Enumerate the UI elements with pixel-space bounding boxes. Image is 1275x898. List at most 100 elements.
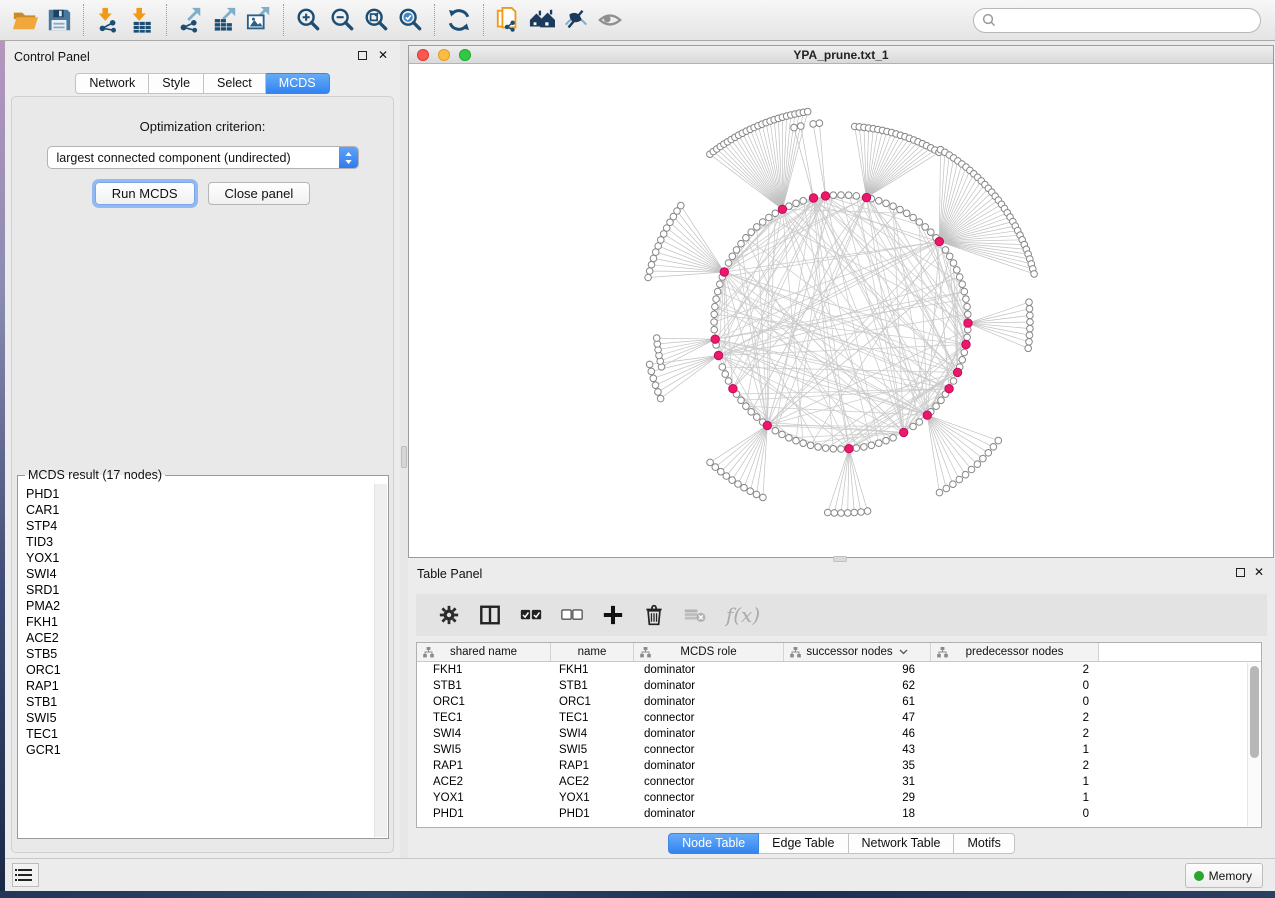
mcds-result-item[interactable]: SRD1 [19, 582, 373, 598]
table-row[interactable]: SWI5SWI5connector431 [417, 742, 1261, 758]
dropdown-stepper-icon [339, 147, 358, 168]
table-cell: 0 [931, 696, 1099, 708]
table-cell: 47 [784, 712, 931, 724]
mcds-result-item[interactable]: SWI5 [19, 710, 373, 726]
float-table-panel-button[interactable] [1236, 568, 1245, 577]
table-cell: 0 [931, 680, 1099, 692]
refresh-view-button[interactable] [442, 4, 476, 36]
network-canvas[interactable] [409, 64, 1273, 557]
delete-table-button [680, 600, 710, 630]
task-history-button[interactable] [12, 863, 39, 887]
table-row[interactable]: PHD1PHD1dominator180 [417, 806, 1261, 822]
open-file-button[interactable] [8, 4, 42, 36]
table-row[interactable]: SWI4SWI4dominator462 [417, 726, 1261, 742]
tab-select[interactable]: Select [204, 73, 266, 94]
mcds-result-item[interactable]: ACE2 [19, 630, 373, 646]
close-control-panel-button[interactable]: ✕ [378, 48, 388, 62]
show-graphics-button[interactable] [593, 4, 627, 36]
save-session-button[interactable] [42, 4, 76, 36]
table-row[interactable]: ACE2ACE2connector311 [417, 774, 1261, 790]
import-network-icon [95, 7, 121, 33]
tab-style[interactable]: Style [149, 73, 204, 94]
column-header-shared-name[interactable]: shared name [417, 643, 551, 661]
delete-columns-button[interactable] [639, 600, 669, 630]
search-input[interactable] [1001, 10, 1252, 30]
table-mode-button[interactable] [434, 600, 464, 630]
select-all-rows-button[interactable] [516, 600, 546, 630]
import-table-button[interactable] [125, 4, 159, 36]
zoom-selected-icon [397, 7, 423, 33]
pane-divider-vertical[interactable] [400, 41, 408, 858]
network-overview-button[interactable] [525, 4, 559, 36]
mcds-result-item[interactable]: ORC1 [19, 662, 373, 678]
zoom-fit-button[interactable] [359, 4, 393, 36]
table-scrollbar[interactable] [1247, 663, 1260, 826]
close-table-panel-button[interactable]: ✕ [1254, 565, 1264, 579]
import-network-button[interactable] [91, 4, 125, 36]
table-row[interactable]: ORC1ORC1dominator610 [417, 694, 1261, 710]
table-cell: connector [634, 744, 784, 756]
table-row[interactable]: YOX1YOX1connector291 [417, 790, 1261, 806]
tab-mcds[interactable]: MCDS [266, 73, 330, 94]
zoom-out-button[interactable] [325, 4, 359, 36]
table-scrollbar-thumb[interactable] [1250, 666, 1259, 758]
table-cell: connector [634, 776, 784, 788]
show-columns-button[interactable] [475, 600, 505, 630]
column-header-predecessor-nodes[interactable]: predecessor nodes [931, 643, 1099, 661]
tab-edge-table[interactable]: Edge Table [759, 833, 848, 854]
zoom-in-button[interactable] [291, 4, 325, 36]
eye-slash-icon [563, 7, 589, 33]
toolbar-separator [166, 4, 167, 36]
column-header-name[interactable]: name [551, 643, 634, 661]
table-row[interactable]: RAP1RAP1dominator352 [417, 758, 1261, 774]
table-cell: 2 [931, 712, 1099, 724]
column-header-MCDS-role[interactable]: MCDS role [634, 643, 784, 661]
clone-network-button[interactable] [491, 4, 525, 36]
table-cell: dominator [634, 760, 784, 772]
memory-button[interactable]: Memory [1185, 863, 1263, 888]
mcds-result-item[interactable]: PHD1 [19, 486, 373, 502]
mcds-result-item[interactable]: STB5 [19, 646, 373, 662]
mcds-result-item[interactable]: TID3 [19, 534, 373, 550]
run-mcds-button[interactable]: Run MCDS [95, 182, 195, 205]
table-row[interactable]: TEC1TEC1connector472 [417, 710, 1261, 726]
divider-grip-icon[interactable] [401, 446, 407, 468]
mcds-result-item[interactable]: TEC1 [19, 726, 373, 742]
table-row[interactable]: FKH1FKH1dominator962 [417, 662, 1261, 678]
mcds-result-item[interactable]: YOX1 [19, 550, 373, 566]
column-header-successor-nodes[interactable]: successor nodes [784, 643, 931, 661]
criterion-dropdown[interactable]: largest connected component (undirected) [47, 146, 359, 169]
mcds-result-list[interactable]: PHD1CAR1STP4TID3YOX1SWI4SRD1PMA2FKH1ACE2… [19, 486, 373, 837]
mcds-result-item[interactable]: SWI4 [19, 566, 373, 582]
float-control-panel-button[interactable] [358, 51, 367, 60]
table-row[interactable]: STB1STB1dominator620 [417, 678, 1261, 694]
zoom-selected-button[interactable] [393, 4, 427, 36]
tab-network-table[interactable]: Network Table [849, 833, 955, 854]
mcds-result-item[interactable]: FKH1 [19, 614, 373, 630]
mcds-result-item[interactable]: GCR1 [19, 742, 373, 758]
mcds-result-item[interactable]: PMA2 [19, 598, 373, 614]
main-toolbar [0, 0, 1275, 41]
network-graph[interactable] [409, 64, 1273, 557]
network-window-titlebar[interactable]: YPA_prune.txt_1 [409, 46, 1273, 64]
unselect-all-rows-button[interactable] [557, 600, 587, 630]
table-cell: 62 [784, 680, 931, 692]
search-box[interactable] [973, 8, 1261, 33]
tab-motifs[interactable]: Motifs [954, 833, 1014, 854]
mcds-result-item[interactable]: CAR1 [19, 502, 373, 518]
close-mcds-panel-button[interactable]: Close panel [208, 182, 311, 205]
tab-network[interactable]: Network [75, 73, 149, 94]
export-image-button[interactable] [242, 4, 276, 36]
export-network-button[interactable] [174, 4, 208, 36]
hide-graphics-button[interactable] [559, 4, 593, 36]
tab-node-table[interactable]: Node Table [668, 833, 759, 854]
pane-divider-horizontal[interactable] [833, 556, 847, 562]
network-window: YPA_prune.txt_1 [408, 45, 1274, 558]
export-table-button[interactable] [208, 4, 242, 36]
function-builder-button: f(x) [721, 600, 765, 630]
mcds-result-item[interactable]: STP4 [19, 518, 373, 534]
create-column-button[interactable] [598, 600, 628, 630]
mcds-result-scrollbar[interactable] [374, 484, 387, 837]
mcds-result-item[interactable]: STB1 [19, 694, 373, 710]
mcds-result-item[interactable]: RAP1 [19, 678, 373, 694]
